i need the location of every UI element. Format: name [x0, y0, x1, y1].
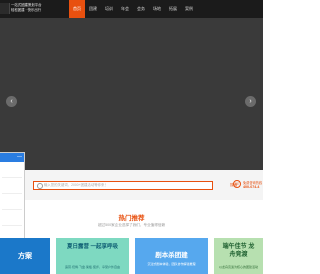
hotline-number: 400-074-4: [243, 185, 260, 189]
section-title: 热门推荐: [118, 215, 145, 222]
search-icon: [37, 183, 43, 189]
card-title: 方案: [18, 253, 32, 260]
search-input[interactable]: 输入您的关键词，2000+团建活动等你来！ 搜索: [33, 181, 237, 190]
logo-line-2: 轻松团建 · 快乐出行: [11, 8, 42, 12]
card-text: 沉浸式剧本体验，团队协作解谜推理: [147, 262, 196, 266]
logo-text[interactable]: 一站式团建策划平台 轻松团建 · 快乐出行: [11, 3, 42, 13]
promo-card[interactable]: 端午佳节 龙舟竞渡 以龙舟竞渡为核心的团建活动: [214, 238, 263, 274]
section-subtitle: 超过500家企业选择了我们，专业值得信赖: [97, 223, 166, 227]
nav-item-cases[interactable]: 案例: [181, 0, 197, 18]
form-field[interactable]: [2, 171, 22, 178]
top-header: 一站式团建策划平台 轻松团建 · 快乐出行 首页 团建 培训 年会 会务 场地 …: [0, 0, 263, 18]
phone-icon: ☏: [233, 180, 241, 188]
card-text: 以龙舟竞渡为核心的团建活动: [218, 265, 258, 269]
banner-next-button[interactable]: ›: [245, 96, 256, 107]
main-nav: 首页 团建 培训 年会 会务 场地 拓展 案例: [69, 0, 197, 18]
card-title: 剧本杀团建: [155, 252, 188, 259]
nav-item-teambuilding[interactable]: 团建: [85, 0, 101, 18]
nav-item-venue[interactable]: 场地: [149, 0, 165, 18]
banner-prev-button[interactable]: ‹: [6, 96, 17, 107]
nav-item-conference[interactable]: 会务: [133, 0, 149, 18]
card-title: 夏日露营 一起享呼吸: [66, 244, 119, 250]
search-strip: 输入您的关键词，2000+团建活动等你来！ 搜索 ☏ 免费咨询热线 400-07…: [0, 170, 263, 200]
nav-item-annual-party[interactable]: 年会: [117, 0, 133, 18]
promo-card[interactable]: 剧本杀团建 沉浸式剧本体验，团队协作解谜推理: [135, 238, 208, 274]
form-field[interactable]: [2, 203, 22, 210]
logo-icon[interactable]: [0, 3, 10, 14]
card-text: 露营·烧烤·飞盘·桨板·徒步，享受户外自由: [64, 265, 120, 269]
nav-item-home[interactable]: 首页: [69, 0, 85, 18]
minimize-icon[interactable]: —: [17, 154, 22, 160]
nav-item-outreach[interactable]: 拓展: [165, 0, 181, 18]
promo-card[interactable]: 夏日露营 一起享呼吸 露营·烧烤·飞盘·桨板·徒步，享受户外自由: [56, 238, 129, 274]
consult-form-header: —: [0, 153, 24, 162]
form-field[interactable]: [2, 187, 22, 194]
promo-card[interactable]: 方案: [0, 238, 50, 274]
nav-item-training[interactable]: 培训: [101, 0, 117, 18]
hero-banner: ‹ ›: [0, 18, 263, 170]
search-placeholder: 输入您的关键词，2000+团建活动等你来！: [44, 183, 108, 187]
card-title: 端午佳节 龙舟竞渡: [222, 244, 255, 258]
